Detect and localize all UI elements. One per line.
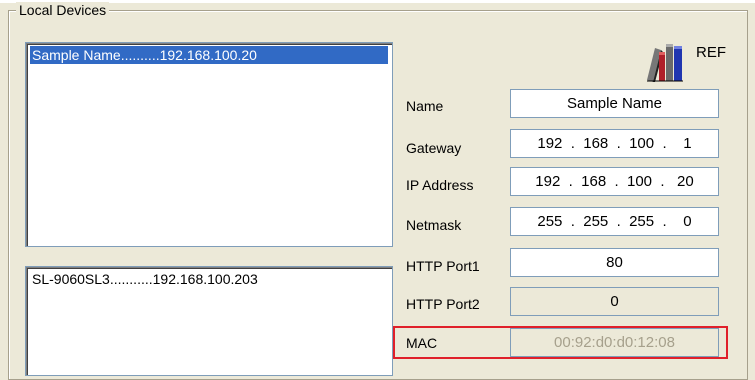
gateway-field[interactable]: 192 . 168 . 100 . 1 <box>510 129 719 158</box>
name-field[interactable]: Sample Name <box>510 89 719 118</box>
local-devices-legend: Local Devices <box>16 2 110 18</box>
http-port1-label: HTTP Port1 <box>406 258 480 274</box>
netmask-label: Netmask <box>406 217 462 233</box>
ip-address-field[interactable]: 192 . 168 . 100 . 20 <box>510 167 719 196</box>
mac-highlight-box <box>393 326 728 359</box>
ref-label: REF <box>696 44 726 61</box>
name-label: Name <box>406 98 444 114</box>
device-list-secondary[interactable]: SL-9060SL3...........192.168.100.203 <box>25 266 393 376</box>
gateway-label: Gateway <box>406 140 462 156</box>
netmask-field[interactable]: 255 . 255 . 255 . 0 <box>510 207 719 236</box>
books-icon[interactable] <box>645 40 685 82</box>
list-item[interactable]: Sample Name..........192.168.100.20 <box>30 46 388 64</box>
list-item[interactable]: SL-9060SL3...........192.168.100.203 <box>30 270 388 288</box>
http-port2-label: HTTP Port2 <box>406 296 480 312</box>
ip-address-label: IP Address <box>406 177 474 193</box>
http-port1-field[interactable]: 80 <box>510 248 719 277</box>
top-strip <box>0 0 755 3</box>
http-port2-field[interactable]: 0 <box>510 287 719 316</box>
device-list-primary[interactable]: Sample Name..........192.168.100.20 <box>25 42 393 247</box>
